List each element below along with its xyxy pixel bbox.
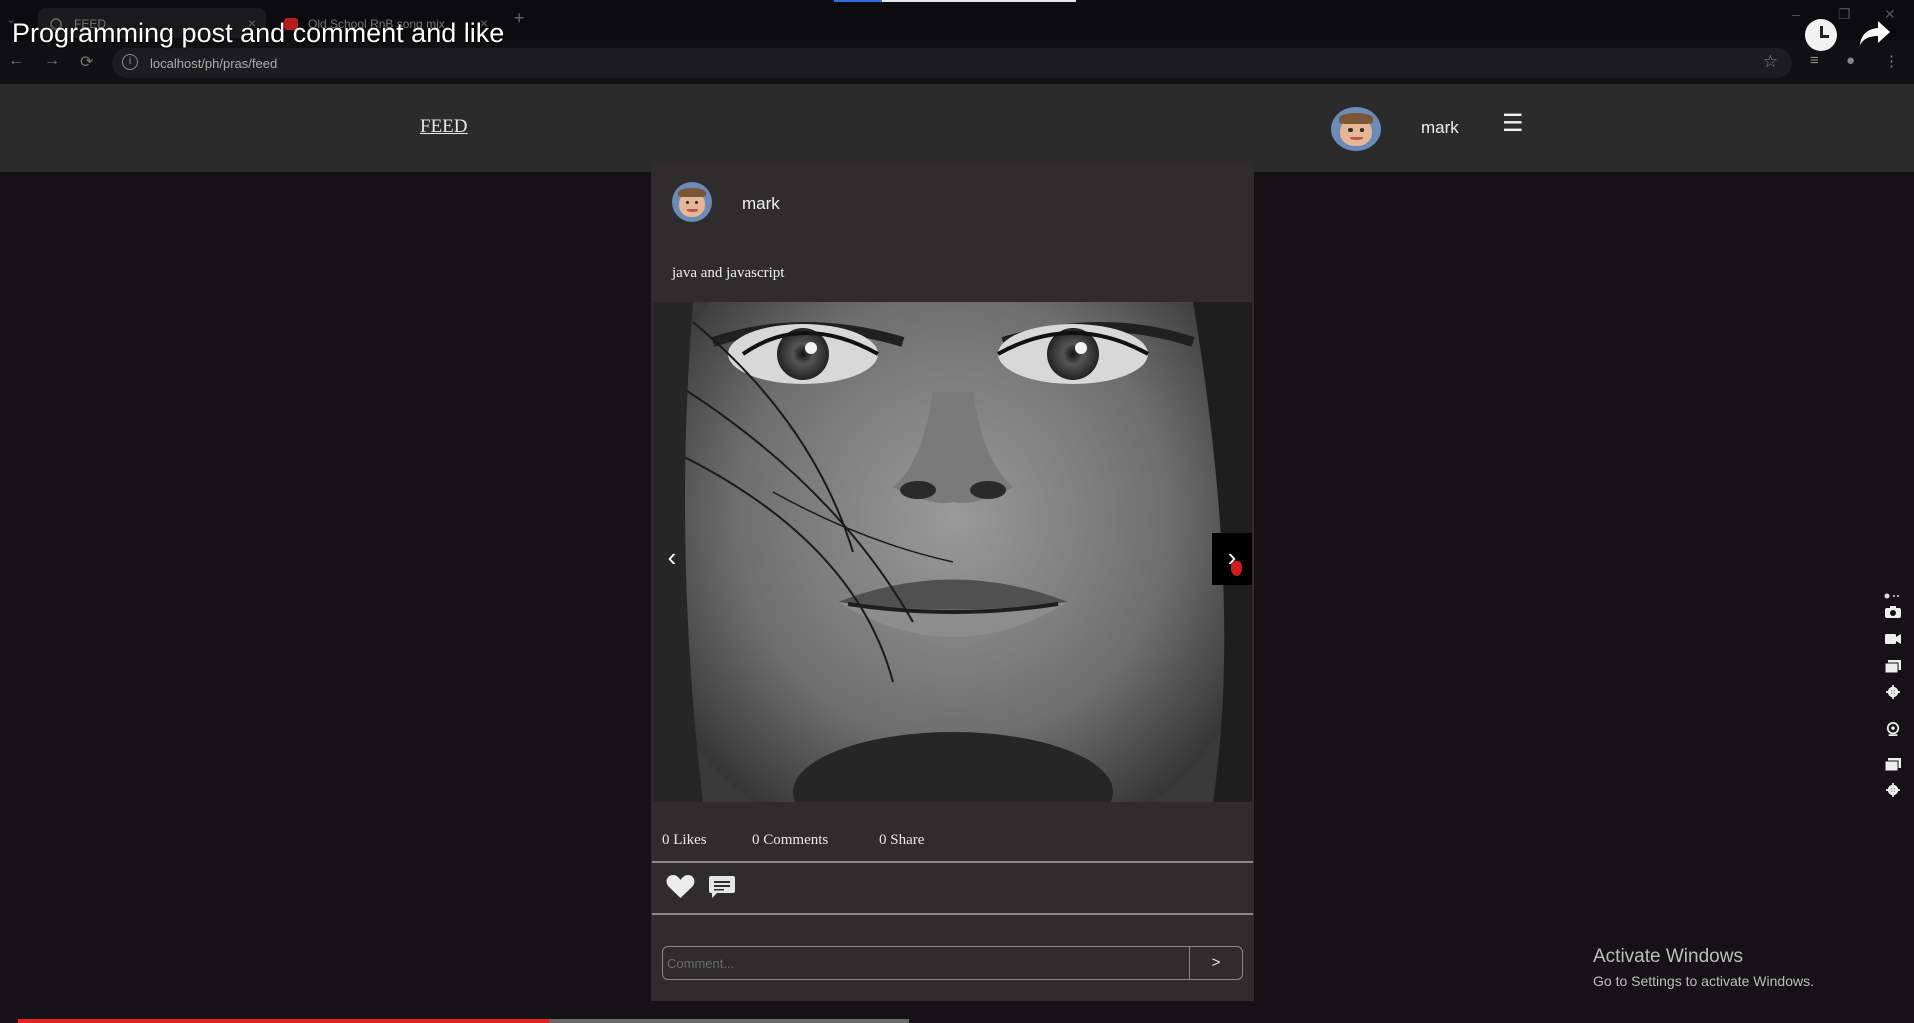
avatar-eye	[1359, 128, 1364, 132]
like-heart-icon[interactable]	[666, 874, 695, 904]
carousel-next-button[interactable]: ›	[1212, 533, 1252, 585]
divider	[652, 861, 1253, 863]
activate-windows-subtitle: Go to Settings to activate Windows.	[1593, 973, 1814, 989]
post-photo	[653, 302, 1252, 802]
divider	[652, 913, 1253, 915]
back-button[interactable]: ←	[8, 52, 24, 70]
user-avatar[interactable]	[1331, 107, 1381, 151]
clock-icon[interactable]	[1805, 19, 1837, 51]
gear-icon[interactable]	[1884, 685, 1902, 699]
reading-list-icon[interactable]: ≡	[1810, 52, 1819, 69]
avatar-hair	[678, 187, 706, 198]
webcam-icon[interactable]	[1884, 722, 1902, 736]
shares-count[interactable]: 0 Share	[879, 832, 924, 849]
post-author-avatar[interactable]	[672, 182, 712, 222]
comment-bubble-icon[interactable]	[708, 875, 736, 904]
video-camera-icon[interactable]	[1884, 632, 1902, 646]
post-text: java and javascript	[672, 265, 785, 281]
bookmark-star-icon[interactable]: ☆	[1763, 52, 1778, 72]
gear-icon[interactable]	[1884, 783, 1902, 797]
activate-windows-title: Activate Windows	[1593, 946, 1743, 967]
feed-nav-link[interactable]: FEED	[420, 116, 468, 138]
send-comment-button[interactable]: >	[1189, 946, 1243, 980]
load-progress-bar	[834, 0, 882, 2]
comment-input[interactable]	[662, 946, 1190, 980]
screen: ⌄ FEED × Old School RnB song mix × + – ❐…	[0, 0, 1914, 1023]
restore-icon[interactable]: ❐	[1838, 6, 1851, 23]
camera-icon[interactable]	[1884, 605, 1902, 619]
heart-icon	[666, 875, 695, 898]
site-info-icon[interactable]: i	[122, 54, 138, 70]
avatar-hair	[1339, 113, 1373, 124]
site-header	[0, 84, 1914, 172]
comments-count[interactable]: 0 Comments	[752, 832, 828, 849]
url-text[interactable]: localhost/ph/pras/feed	[150, 56, 277, 71]
mouse-cursor-icon	[1231, 561, 1242, 576]
browser-menu-icon[interactable]: ⋮	[1884, 52, 1899, 70]
window-icon[interactable]	[1884, 757, 1902, 771]
window-icon[interactable]	[1884, 659, 1902, 673]
profile-icon[interactable]: ●	[1846, 52, 1855, 69]
avatar-eye	[1348, 128, 1353, 132]
carousel-prev-button[interactable]: ‹	[652, 533, 692, 585]
comment-icon	[709, 876, 735, 898]
link-icon[interactable]	[1884, 589, 1902, 603]
address-bar[interactable]: i localhost/ph/pras/feed ☆	[112, 48, 1792, 78]
share-arrow-icon	[1860, 21, 1890, 45]
reload-button[interactable]: ⟳	[80, 52, 93, 72]
load-progress-track	[882, 0, 1076, 2]
header-username[interactable]: mark	[1421, 118, 1459, 138]
new-tab-button[interactable]: +	[514, 8, 525, 29]
minimize-icon[interactable]: –	[1792, 6, 1800, 22]
video-progress-bar[interactable]	[18, 1019, 549, 1023]
post-author-name[interactable]: mark	[742, 194, 780, 214]
share-icon[interactable]	[1858, 18, 1892, 52]
forward-button[interactable]: →	[44, 52, 60, 70]
video-title: Programming post and comment and like	[12, 18, 505, 48]
likes-count[interactable]: 0 Likes	[662, 832, 707, 849]
hamburger-menu-icon[interactable]: ☰	[1502, 112, 1524, 136]
face-photo-image	[653, 302, 1252, 802]
